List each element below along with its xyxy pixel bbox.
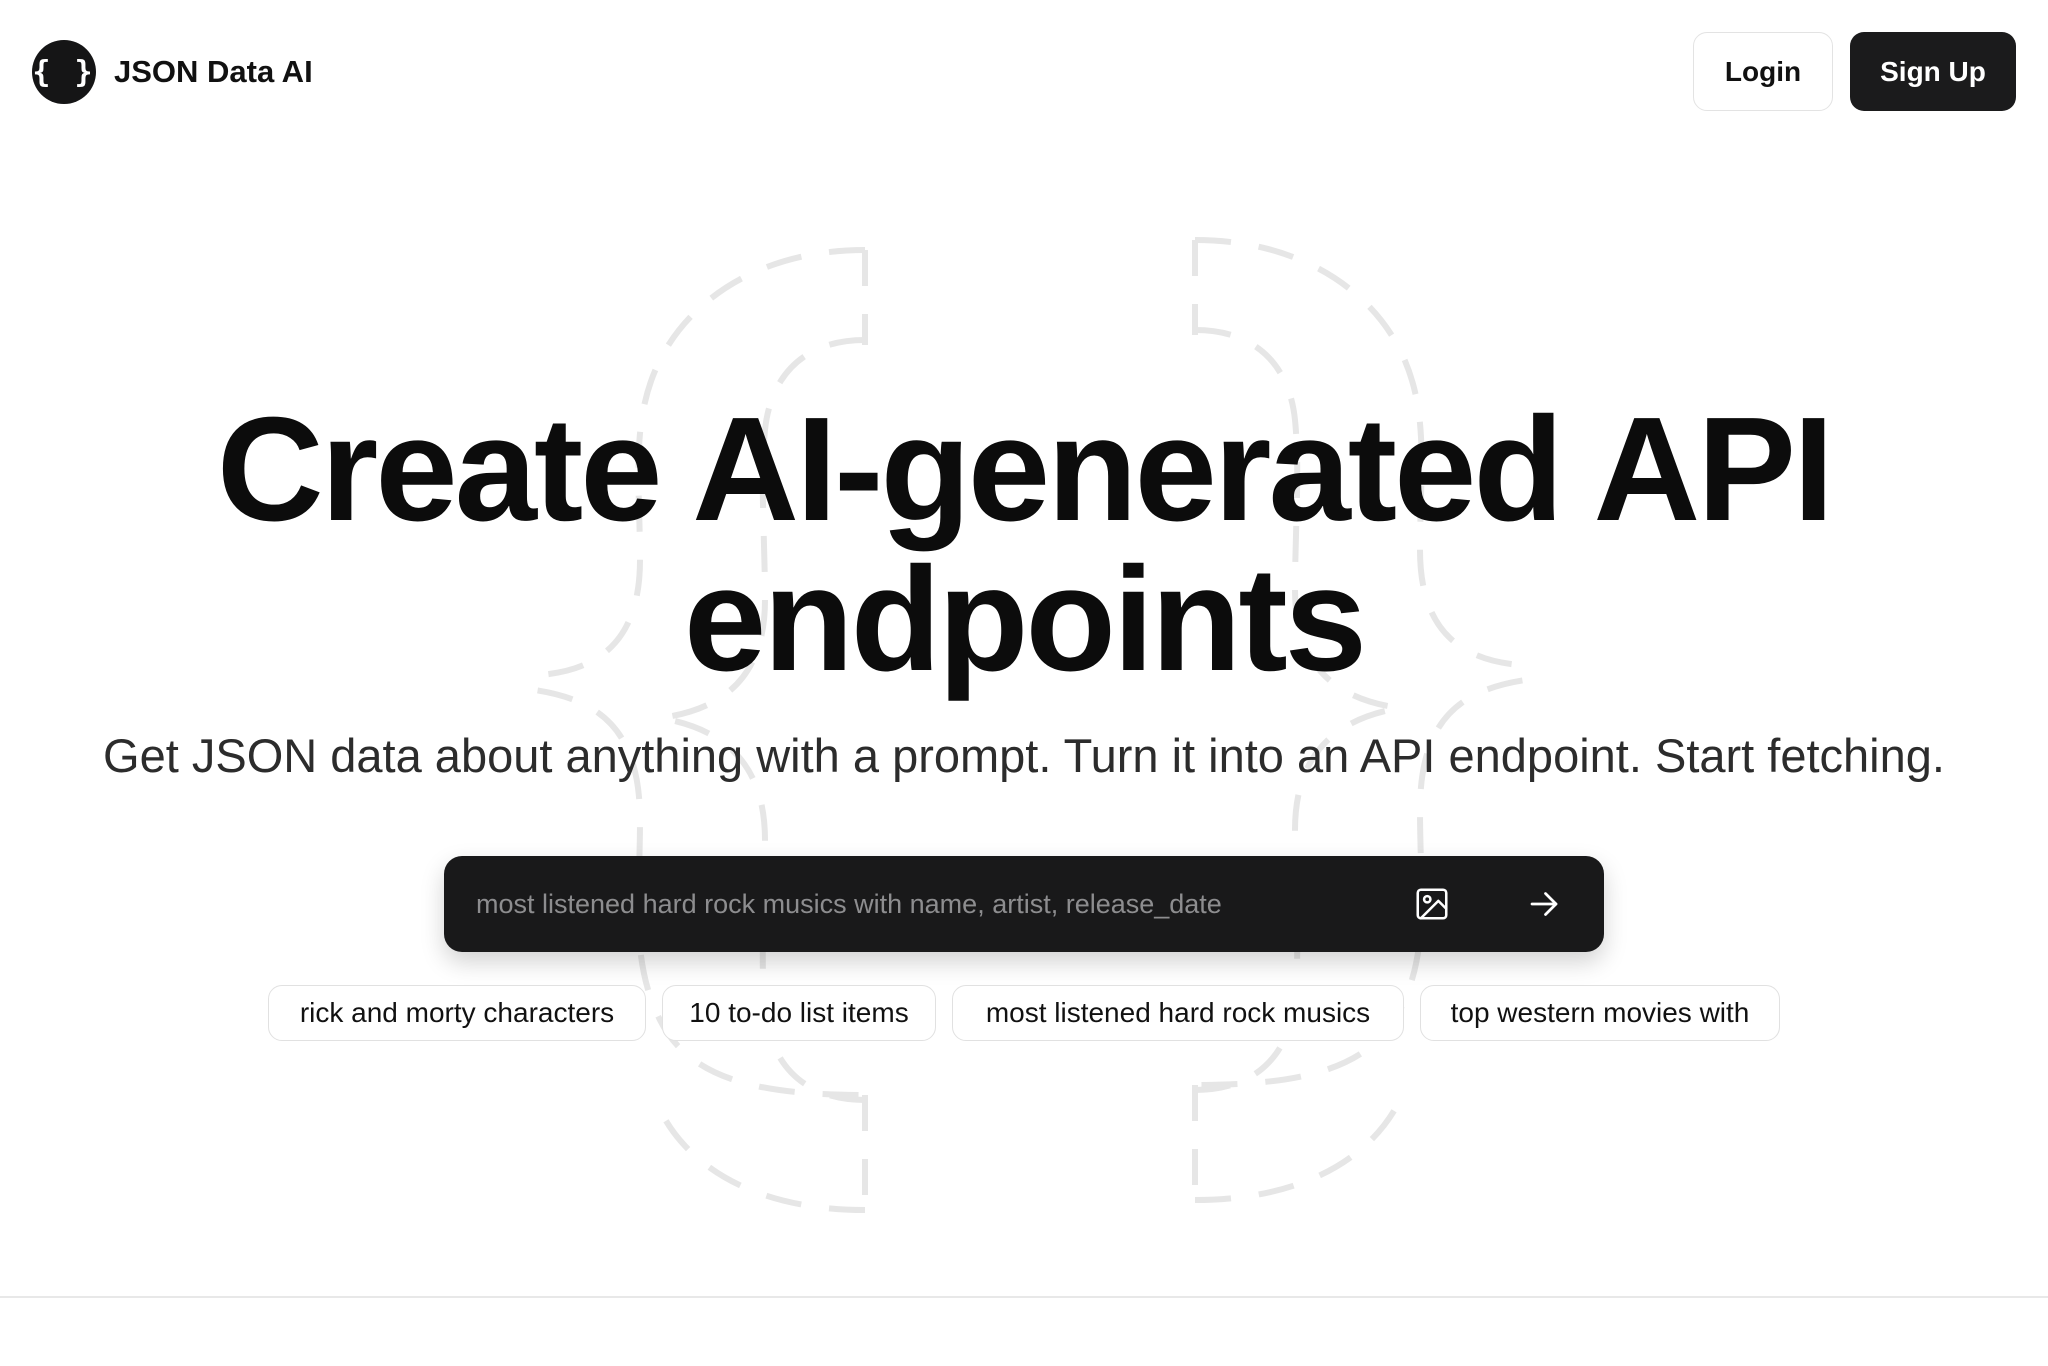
login-button[interactable]: Login (1693, 32, 1833, 111)
suggestion-chips: rick and morty characters 10 to-do list … (0, 985, 2048, 1041)
logo-glyph: { } (32, 54, 96, 90)
upload-image-button[interactable] (1408, 880, 1456, 928)
suggestion-chip-label: 10 to-do list items (689, 997, 909, 1028)
section-divider (0, 1296, 2048, 1298)
login-button-label: Login (1724, 55, 1802, 87)
hero-subtitle: Get JSON data about anything with a prom… (103, 729, 1945, 782)
hero-title-line-2: endpoints (683, 537, 1367, 702)
suggestion-chip[interactable]: 10 to-do list items (662, 985, 936, 1041)
sign-up-button[interactable]: Sign Up (1850, 32, 2016, 111)
suggestion-chip[interactable]: most listened hard rock musics (952, 985, 1404, 1041)
hero-title-line-1: Create AI-generated API (216, 387, 1834, 552)
sign-up-button-label: Sign Up (1880, 55, 1986, 87)
submit-prompt-button[interactable] (1520, 880, 1568, 928)
suggestion-chip-label: rick and morty characters (299, 997, 615, 1028)
top-navigation-bar: { } JSON Data AI Login Sign Up (0, 0, 2048, 144)
prompt-input[interactable] (476, 880, 1356, 928)
image-icon (1416, 888, 1448, 920)
brand-name: JSON Data AI (114, 54, 313, 89)
suggestion-chip[interactable]: rick and morty characters (268, 985, 646, 1041)
curly-braces-logo-icon: { } (32, 40, 96, 104)
brand-logo-link[interactable]: { } JSON Data AI (32, 40, 313, 104)
suggestion-chip-label: top western movies with (1450, 997, 1750, 1028)
hero-title: Create AI-generated API endpoints (0, 395, 2048, 695)
suggestion-chip-label: most listened hard rock musics (985, 997, 1371, 1028)
arrow-right-icon (1530, 892, 1558, 916)
suggestion-chip[interactable]: top western movies with (1420, 985, 1780, 1041)
